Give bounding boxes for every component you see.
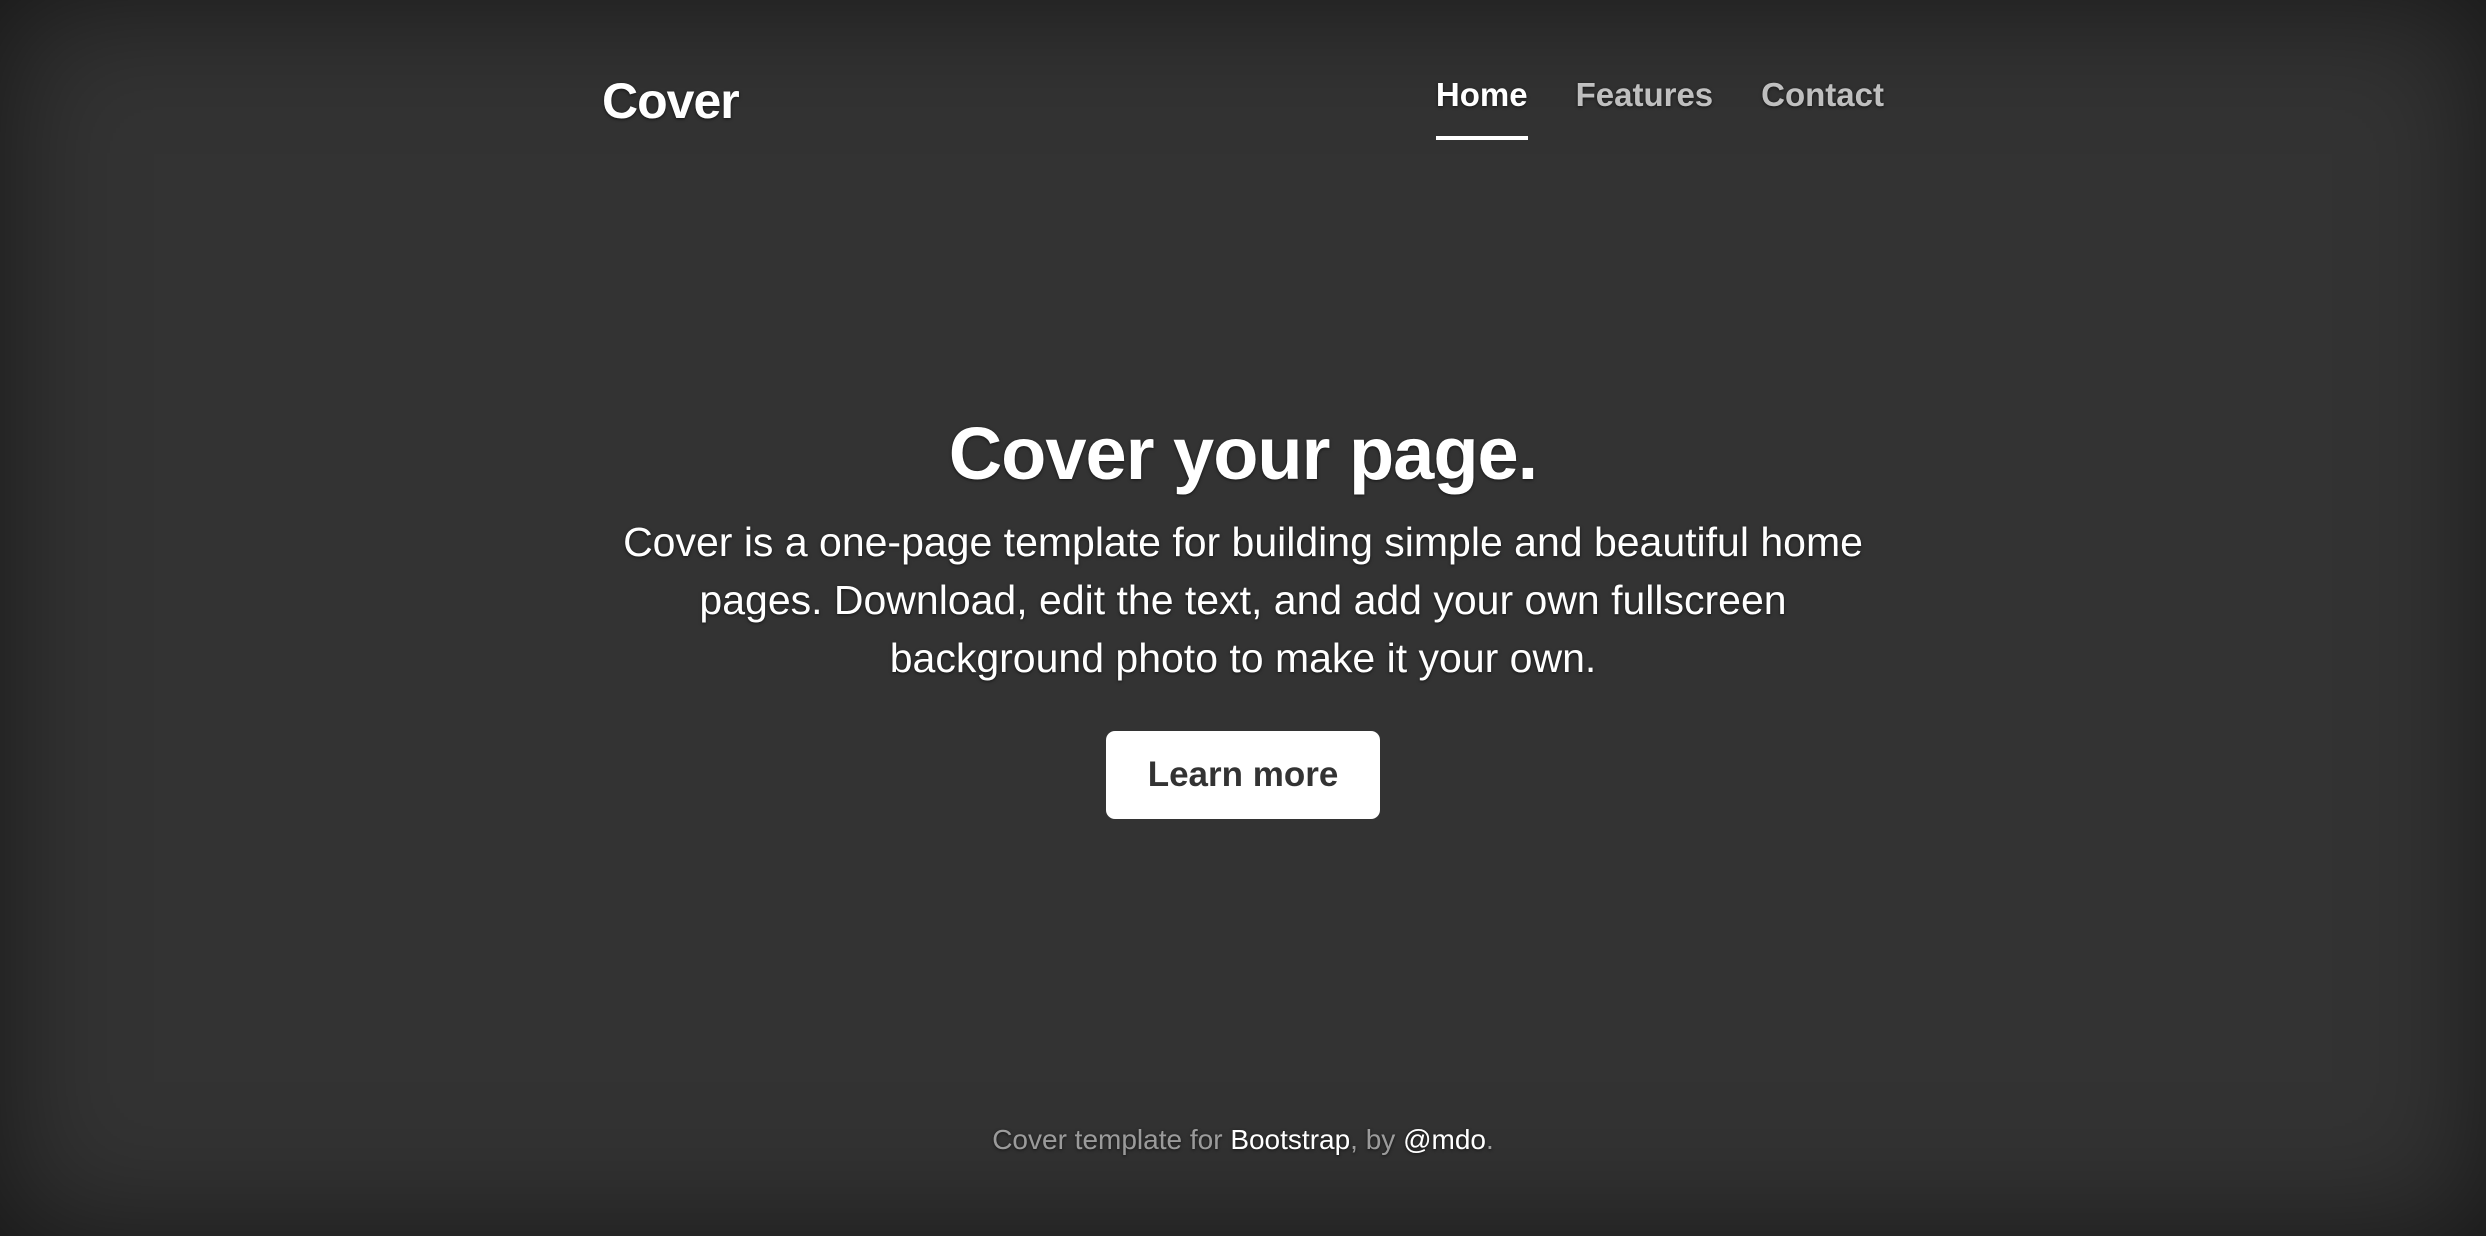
brand-logo: Cover — [602, 73, 740, 129]
main-nav: Home Features Contact — [1435, 76, 1884, 140]
footer: Cover template for Bootstrap, by @mdo. — [0, 1124, 2486, 1156]
footer-bootstrap-link[interactable]: Bootstrap — [1230, 1124, 1350, 1155]
learn-more-button[interactable]: Learn more — [1105, 730, 1381, 819]
hero-title: Cover your page. — [948, 412, 1539, 495]
footer-mdo-link[interactable]: @mdo — [1403, 1124, 1486, 1155]
footer-suffix: . — [1486, 1124, 1494, 1155]
hero-section: Cover your page. Cover is a one-page tem… — [600, 410, 1886, 819]
nav-home[interactable]: Home — [1435, 76, 1528, 140]
footer-prefix: Cover template for — [992, 1124, 1231, 1155]
hero-lead: Cover is a one-page template for buildin… — [623, 518, 1863, 681]
footer-middle: , by — [1350, 1124, 1404, 1155]
masthead: Cover Home Features Contact — [602, 68, 1884, 148]
nav-features[interactable]: Features — [1576, 76, 1714, 140]
nav-contact[interactable]: Contact — [1761, 76, 1884, 140]
